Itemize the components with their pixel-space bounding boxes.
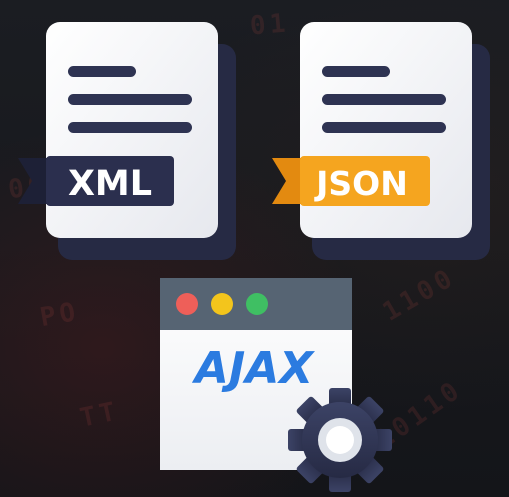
json-label: JSON (314, 164, 408, 203)
json-document-icon: JSON (272, 22, 490, 260)
gear-icon (288, 388, 392, 492)
yellow-dot (211, 293, 233, 315)
ajax-browser-window: AJAX (160, 278, 392, 492)
xml-ribbon: XML (18, 156, 174, 206)
illustration: 0010 1100 PO TT 10110 01 (0, 0, 509, 497)
red-dot (176, 293, 198, 315)
artwork: XML JSON AJAX (18, 22, 490, 492)
ajax-title: AJAX (192, 343, 315, 394)
green-dot (246, 293, 268, 315)
json-ribbon: JSON (272, 156, 430, 206)
xml-label: XML (68, 164, 152, 204)
xml-document-icon: XML (18, 22, 236, 260)
